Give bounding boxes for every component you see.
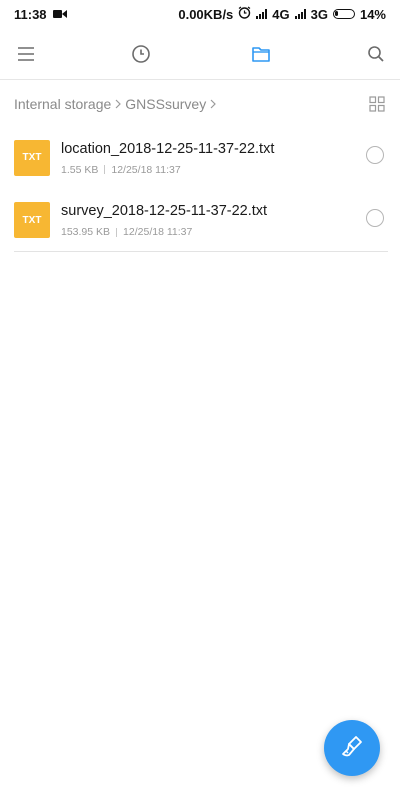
file-date: 12/25/18 11:37	[123, 226, 193, 238]
file-name: location_2018-12-25-11-37-22.txt	[61, 140, 275, 157]
divider	[104, 165, 106, 174]
clean-button[interactable]	[324, 720, 380, 776]
signal-icon	[256, 9, 268, 19]
file-size: 1.55 KB	[61, 163, 99, 176]
video-record-icon	[52, 7, 67, 22]
status-bar: 11:38 0.00KB/s 4G 3G 14%	[0, 0, 400, 28]
alarm-icon	[238, 6, 251, 22]
battery-icon	[332, 9, 355, 19]
list-item[interactable]: TXT location_2018-12-25-11-37-22.txt 1.5…	[14, 126, 388, 189]
network-type-1: 4G	[272, 6, 290, 22]
select-checkbox[interactable]	[366, 209, 384, 227]
chevron-right-icon	[114, 98, 122, 110]
search-icon[interactable]	[364, 42, 388, 66]
file-list: TXT location_2018-12-25-11-37-22.txt 1.5…	[14, 126, 388, 252]
chevron-right-icon	[209, 98, 217, 110]
file-date: 12/25/18 11:37	[111, 163, 181, 176]
menu-icon[interactable]	[14, 42, 38, 66]
txt-file-icon: TXT	[14, 139, 50, 176]
breadcrumb: Internal storage GNSSsurvey	[14, 92, 386, 116]
folder-icon[interactable]	[249, 42, 273, 66]
breadcrumb-internal-storage[interactable]: Internal storage	[14, 96, 111, 112]
signal-icon	[294, 9, 306, 19]
clean-brush-icon	[339, 733, 365, 764]
breadcrumb-gnsssurvey[interactable]: GNSSsurvey	[125, 96, 206, 112]
grid-view-icon[interactable]	[368, 95, 386, 113]
network-speed: 0.00KB/s	[178, 6, 234, 22]
file-name: survey_2018-12-25-11-37-22.txt	[61, 203, 268, 219]
top-toolbar	[0, 28, 400, 80]
divider	[116, 227, 118, 237]
network-type-2: 3G	[310, 6, 328, 22]
battery-percent: 14%	[359, 6, 386, 22]
txt-file-icon: TXT	[14, 202, 50, 238]
file-size: 153.95 KB	[61, 226, 111, 238]
select-checkbox[interactable]	[366, 146, 384, 164]
clock-time: 11:38	[14, 6, 47, 22]
list-item[interactable]: TXT survey_2018-12-25-11-37-22.txt 153.9…	[14, 189, 388, 252]
recent-clock-icon[interactable]	[129, 42, 153, 66]
